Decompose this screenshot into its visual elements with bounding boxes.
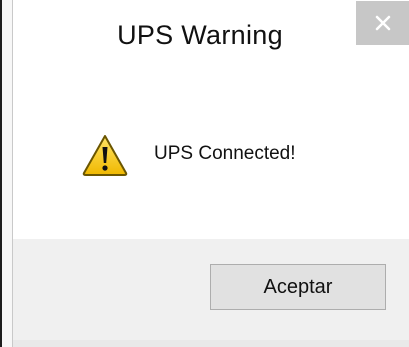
- warning-icon: [82, 135, 128, 176]
- ups-warning-dialog: UPS Warning UPS Connected! Aceptar: [12, 0, 409, 347]
- close-icon: [375, 15, 391, 31]
- screen: UPS Warning UPS Connected! Aceptar: [0, 0, 409, 347]
- background-window-edge: [0, 0, 2, 347]
- dialog-bottom-border: [13, 340, 409, 347]
- title-bar[interactable]: UPS Warning: [13, 0, 409, 71]
- dialog-title: UPS Warning: [117, 20, 283, 50]
- close-button[interactable]: [356, 1, 409, 45]
- aceptar-button[interactable]: Aceptar: [210, 264, 386, 310]
- message-text: UPS Connected!: [154, 143, 296, 164]
